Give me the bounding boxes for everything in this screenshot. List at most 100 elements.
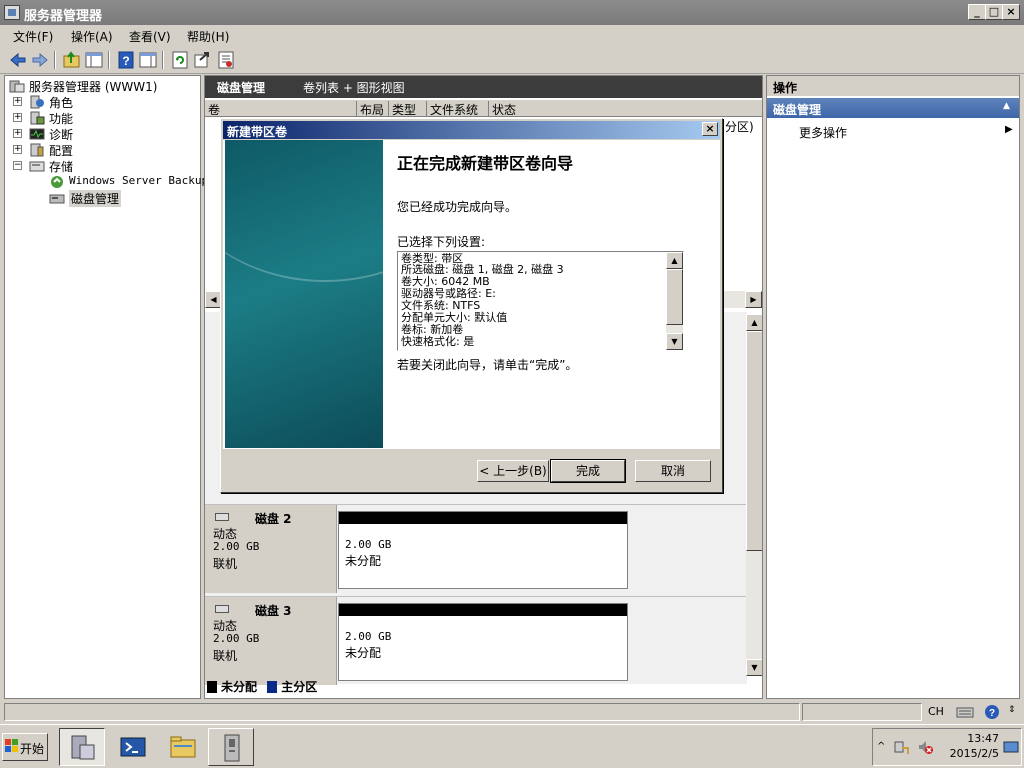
menu-file[interactable]: 文件(F)	[13, 28, 53, 45]
scroll-thumb[interactable]	[666, 269, 683, 325]
expand-icon[interactable]: +	[13, 97, 22, 106]
tree-item-label: 角色	[49, 96, 74, 110]
actions-section-disk-management[interactable]: 磁盘管理 ▲	[767, 98, 1019, 118]
wizard-completed-text: 您已经成功完成向导。	[397, 200, 518, 214]
expand-icon[interactable]: +	[13, 145, 22, 154]
menu-help[interactable]: 帮助(H)	[187, 28, 229, 45]
settings-summary-box[interactable]: 卷类型: 带区 所选磁盘: 磁盘 1, 磁盘 2, 磁盘 3 卷大小: 6042…	[397, 251, 684, 351]
actions-title: 操作	[773, 81, 798, 95]
minimize-button[interactable]: _	[968, 4, 986, 20]
title-bar: 服务器管理器 _ □ ×	[0, 0, 1024, 25]
region-size: 2.00 GB	[345, 538, 392, 551]
column-status[interactable]: 状态	[489, 101, 549, 117]
collapse-arrow-icon[interactable]: ▲	[1003, 101, 1010, 111]
volume-muted-icon[interactable]	[917, 739, 933, 755]
disk-info[interactable]: 磁盘 2 动态 2.00 GB 联机	[205, 505, 337, 593]
graphical-vscroll[interactable]: ▲ ▼	[746, 314, 762, 676]
center-header: 磁盘管理 卷列表 + 图形视图	[205, 76, 762, 98]
help-icon[interactable]: ?	[116, 50, 136, 70]
keyboard-icon[interactable]	[956, 704, 974, 720]
server-manager-icon	[4, 5, 20, 20]
setting-line: 文件系统: NTFS	[401, 299, 481, 312]
taskbar-powershell[interactable]	[110, 728, 156, 766]
menu-action[interactable]: 操作(A)	[71, 28, 113, 45]
wizard-heading: 正在完成新建带区卷向导	[397, 154, 574, 173]
setting-line: 驱动器号或路径: E:	[401, 287, 496, 300]
setting-line: 卷大小: 6042 MB	[401, 275, 490, 288]
show-desktop-icon[interactable]	[1003, 741, 1019, 753]
forward-icon[interactable]	[30, 50, 50, 70]
clock-time[interactable]: 13:47	[945, 732, 999, 745]
unallocated-region[interactable]: 2.00 GB 未分配	[338, 511, 628, 589]
menu-view[interactable]: 查看(V)	[129, 28, 171, 45]
show-action-pane-icon[interactable]	[138, 50, 158, 70]
unallocated-bar	[339, 604, 627, 616]
status-pane	[4, 703, 800, 721]
setting-line: 分配单元大小: 默认值	[401, 311, 508, 324]
taskbar-explorer[interactable]	[160, 728, 206, 766]
taskbar-server-manager[interactable]	[59, 728, 105, 766]
folder-icon	[170, 736, 196, 758]
scroll-up-icon[interactable]: ▲	[746, 314, 762, 331]
ime-help-icon[interactable]: ?	[983, 704, 1001, 720]
disk-icon	[215, 513, 229, 521]
notification-area: ^ 13:47 2015/2/5	[872, 728, 1022, 766]
finish-button[interactable]: 完成	[550, 459, 626, 483]
disk-status: 联机	[213, 557, 238, 571]
back-icon[interactable]	[8, 50, 28, 70]
maximize-button[interactable]: □	[985, 4, 1003, 20]
cancel-button[interactable]: 取消	[635, 460, 711, 482]
dialog-divider	[223, 448, 720, 449]
up-folder-icon[interactable]	[62, 50, 82, 70]
expand-icon[interactable]: +	[13, 113, 22, 122]
diagnostics-icon	[29, 127, 45, 141]
ime-options-icon[interactable]: ⇕	[1008, 705, 1016, 715]
taskbar-admin-tools[interactable]	[208, 728, 254, 766]
dialog-close-button[interactable]: ×	[702, 122, 718, 136]
refresh-icon[interactable]	[170, 50, 190, 70]
disk-name: 磁盘 2	[255, 512, 292, 526]
dialog-title-bar[interactable]: 新建带区卷 ×	[223, 121, 720, 139]
scroll-right-icon[interactable]: ▶	[745, 291, 762, 308]
column-layout[interactable]: 布局	[357, 101, 389, 117]
ime-indicator[interactable]: CH	[928, 705, 944, 718]
more-actions-item[interactable]: 更多操作 ▶	[767, 122, 1019, 140]
tree-item-label: Windows Server Backup	[69, 174, 209, 187]
scroll-up-icon[interactable]: ▲	[666, 252, 683, 269]
properties-icon[interactable]	[216, 50, 236, 70]
settings-vscroll[interactable]: ▲ ▼	[666, 252, 683, 350]
legend-unallocated: 未分配	[221, 680, 258, 694]
export-list-icon[interactable]	[192, 50, 212, 70]
disk-row[interactable]: 磁盘 2 动态 2.00 GB 联机 2.00 GB 未分配	[205, 504, 747, 593]
start-button[interactable]: 开始	[2, 733, 48, 761]
close-button[interactable]: ×	[1002, 4, 1020, 20]
center-title: 磁盘管理	[217, 81, 266, 95]
roles-icon	[29, 95, 45, 109]
disk-size: 2.00 GB	[213, 540, 260, 553]
column-type[interactable]: 类型	[389, 101, 427, 117]
actions-pane: 操作 磁盘管理 ▲ 更多操作 ▶	[766, 75, 1020, 699]
back-button[interactable]: < 上一步(B)	[477, 460, 549, 482]
actions-section-label: 磁盘管理	[773, 103, 822, 117]
show-hide-tree-icon[interactable]	[84, 50, 104, 70]
column-filesystem[interactable]: 文件系统	[427, 101, 489, 117]
disk-management-icon	[49, 191, 65, 205]
scroll-down-icon[interactable]: ▼	[746, 659, 762, 676]
region-size: 2.00 GB	[345, 630, 392, 643]
scroll-down-icon[interactable]: ▼	[666, 333, 683, 350]
tree-root-label: 服务器管理器 (WWW1)	[29, 80, 158, 94]
collapse-icon[interactable]: −	[13, 161, 22, 170]
new-striped-volume-wizard: 新建带区卷 × 正在完成新建带区卷向导 您已经成功完成向导。 已选择下列设置: …	[220, 118, 723, 493]
show-hidden-icons-icon[interactable]: ^	[877, 741, 885, 752]
powershell-icon	[120, 737, 146, 757]
column-volume[interactable]: 卷	[205, 101, 357, 117]
disk-info[interactable]: 磁盘 3 动态 2.00 GB 联机	[205, 597, 337, 685]
clock-date[interactable]: 2015/2/5	[945, 747, 999, 760]
disk-row[interactable]: 磁盘 3 动态 2.00 GB 联机 2.00 GB 未分配	[205, 596, 747, 685]
network-icon[interactable]	[893, 739, 909, 755]
unallocated-region[interactable]: 2.00 GB 未分配	[338, 603, 628, 681]
windows-logo-icon	[5, 739, 19, 753]
disk-icon	[215, 605, 229, 613]
scroll-thumb[interactable]	[746, 331, 762, 551]
expand-icon[interactable]: +	[13, 129, 22, 138]
